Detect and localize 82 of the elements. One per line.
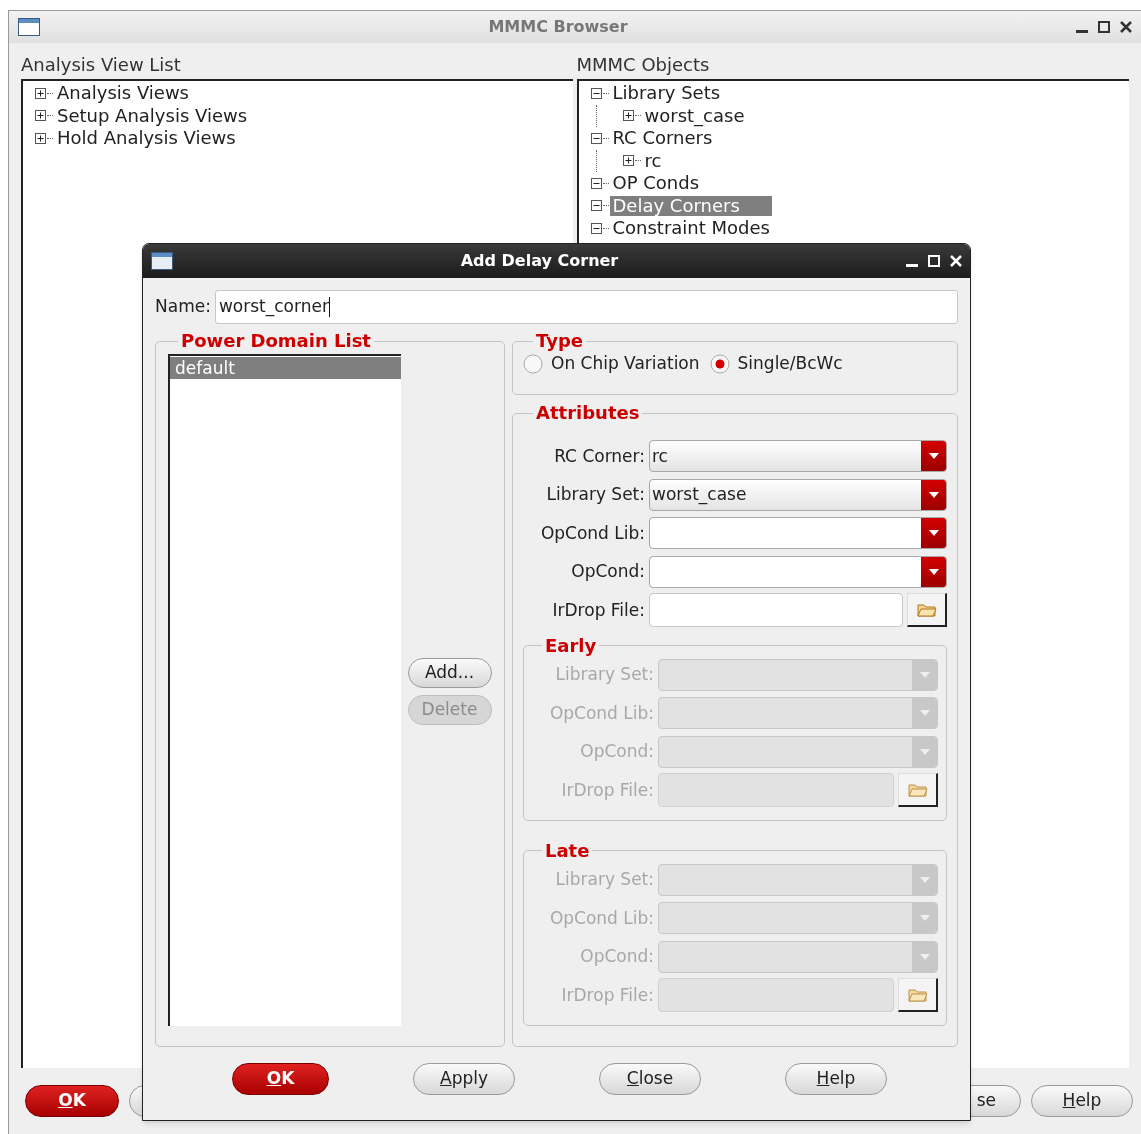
caret-icon (928, 491, 939, 498)
expand-icon[interactable] (622, 110, 634, 122)
field-label: IrDrop File: (560, 778, 654, 802)
panel-title: Analysis View List (21, 53, 182, 77)
group-title: Early (544, 635, 598, 656)
expand-icon[interactable] (35, 132, 46, 144)
file-field[interactable] (649, 593, 903, 628)
caret-icon (928, 453, 939, 460)
expand-icon[interactable] (622, 155, 634, 167)
button[interactable]: Help (785, 1062, 887, 1095)
field-label: OpCond Lib: (539, 521, 645, 545)
collapse-icon[interactable] (590, 177, 602, 189)
field-label: Name: (155, 295, 211, 319)
caret-icon (919, 953, 930, 960)
expand-icon[interactable] (35, 87, 46, 99)
browse-button[interactable] (898, 773, 938, 808)
close-icon[interactable] (1120, 21, 1132, 33)
field-label: Library Set: (554, 868, 654, 891)
caret-icon (928, 568, 939, 575)
dropdown[interactable] (649, 517, 947, 550)
collapse-icon[interactable] (590, 132, 602, 144)
radio-label: On Chip Variation (551, 352, 700, 375)
field-label: IrDrop File: (551, 598, 645, 622)
maximize-icon[interactable] (1098, 21, 1110, 33)
browse-button[interactable] (898, 978, 938, 1013)
panel-title: MMMC Objects (576, 53, 711, 77)
field-label: RC Corner: (553, 444, 645, 468)
caret-icon (928, 530, 939, 537)
radio-button[interactable] (523, 353, 543, 374)
dropdown[interactable]: rc (649, 440, 947, 473)
tree-item[interactable]: Delay Corners (609, 195, 772, 216)
dropdown[interactable] (649, 555, 947, 588)
tree-item[interactable]: worst_case (641, 105, 748, 126)
collapse-icon[interactable] (590, 222, 602, 234)
window-icon (151, 252, 173, 270)
window-title: MMMC Browser (487, 16, 629, 38)
caret-icon (919, 915, 930, 922)
caret-icon (919, 876, 930, 883)
collapse-icon[interactable] (590, 200, 602, 212)
expand-icon[interactable] (35, 110, 46, 122)
field-label: OpCond Lib: (548, 701, 654, 725)
button[interactable]: OK (25, 1085, 119, 1117)
radio-label: Single/BcWc (737, 352, 843, 375)
caret-icon (919, 710, 930, 717)
tree-item[interactable]: Constraint Modes (609, 218, 773, 239)
button[interactable]: OK (232, 1062, 329, 1095)
button[interactable]: Apply (413, 1062, 515, 1095)
list-item[interactable]: default (170, 357, 401, 379)
name-field[interactable]: worst_corner (214, 290, 958, 324)
tree-item[interactable]: Setup Analysis Views (54, 105, 251, 126)
collapse-icon[interactable] (590, 87, 602, 99)
button[interactable]: Add... (407, 658, 492, 688)
caret-icon (919, 748, 930, 755)
group-title: Attributes (535, 403, 641, 423)
field-label: OpCond: (579, 945, 654, 968)
window-title: Add Delay Corner (459, 250, 620, 272)
tree-item[interactable]: OP Conds (609, 173, 703, 194)
field-label: Library Set: (545, 483, 645, 506)
field-label: OpCond: (579, 740, 654, 763)
folder-icon (907, 986, 928, 1003)
folder-icon (907, 781, 928, 798)
tree-item[interactable]: Library Sets (609, 83, 724, 104)
group-title: Late (544, 840, 591, 861)
tree-item[interactable]: RC Corners (609, 128, 716, 149)
field-label: IrDrop File: (560, 983, 654, 1007)
text-cursor (328, 297, 330, 317)
field-label: OpCond Lib: (548, 906, 654, 930)
dropdown[interactable]: worst_case (649, 478, 947, 511)
group-title: Type (535, 331, 584, 351)
browse-button[interactable] (907, 593, 947, 628)
button[interactable]: Close (599, 1062, 701, 1095)
button[interactable]: Help (1031, 1085, 1133, 1117)
tree-item[interactable]: rc (641, 150, 665, 171)
tree-item[interactable]: Hold Analysis Views (54, 128, 239, 149)
folder-icon (916, 601, 937, 618)
radio-button[interactable] (709, 353, 730, 374)
window-icon (18, 18, 40, 36)
field-label: OpCond: (570, 560, 645, 583)
caret-icon (919, 671, 930, 678)
field-label: Library Set: (554, 663, 654, 686)
tree-item[interactable]: Analysis Views (54, 83, 192, 104)
group-title: Power Domain List (180, 331, 372, 351)
